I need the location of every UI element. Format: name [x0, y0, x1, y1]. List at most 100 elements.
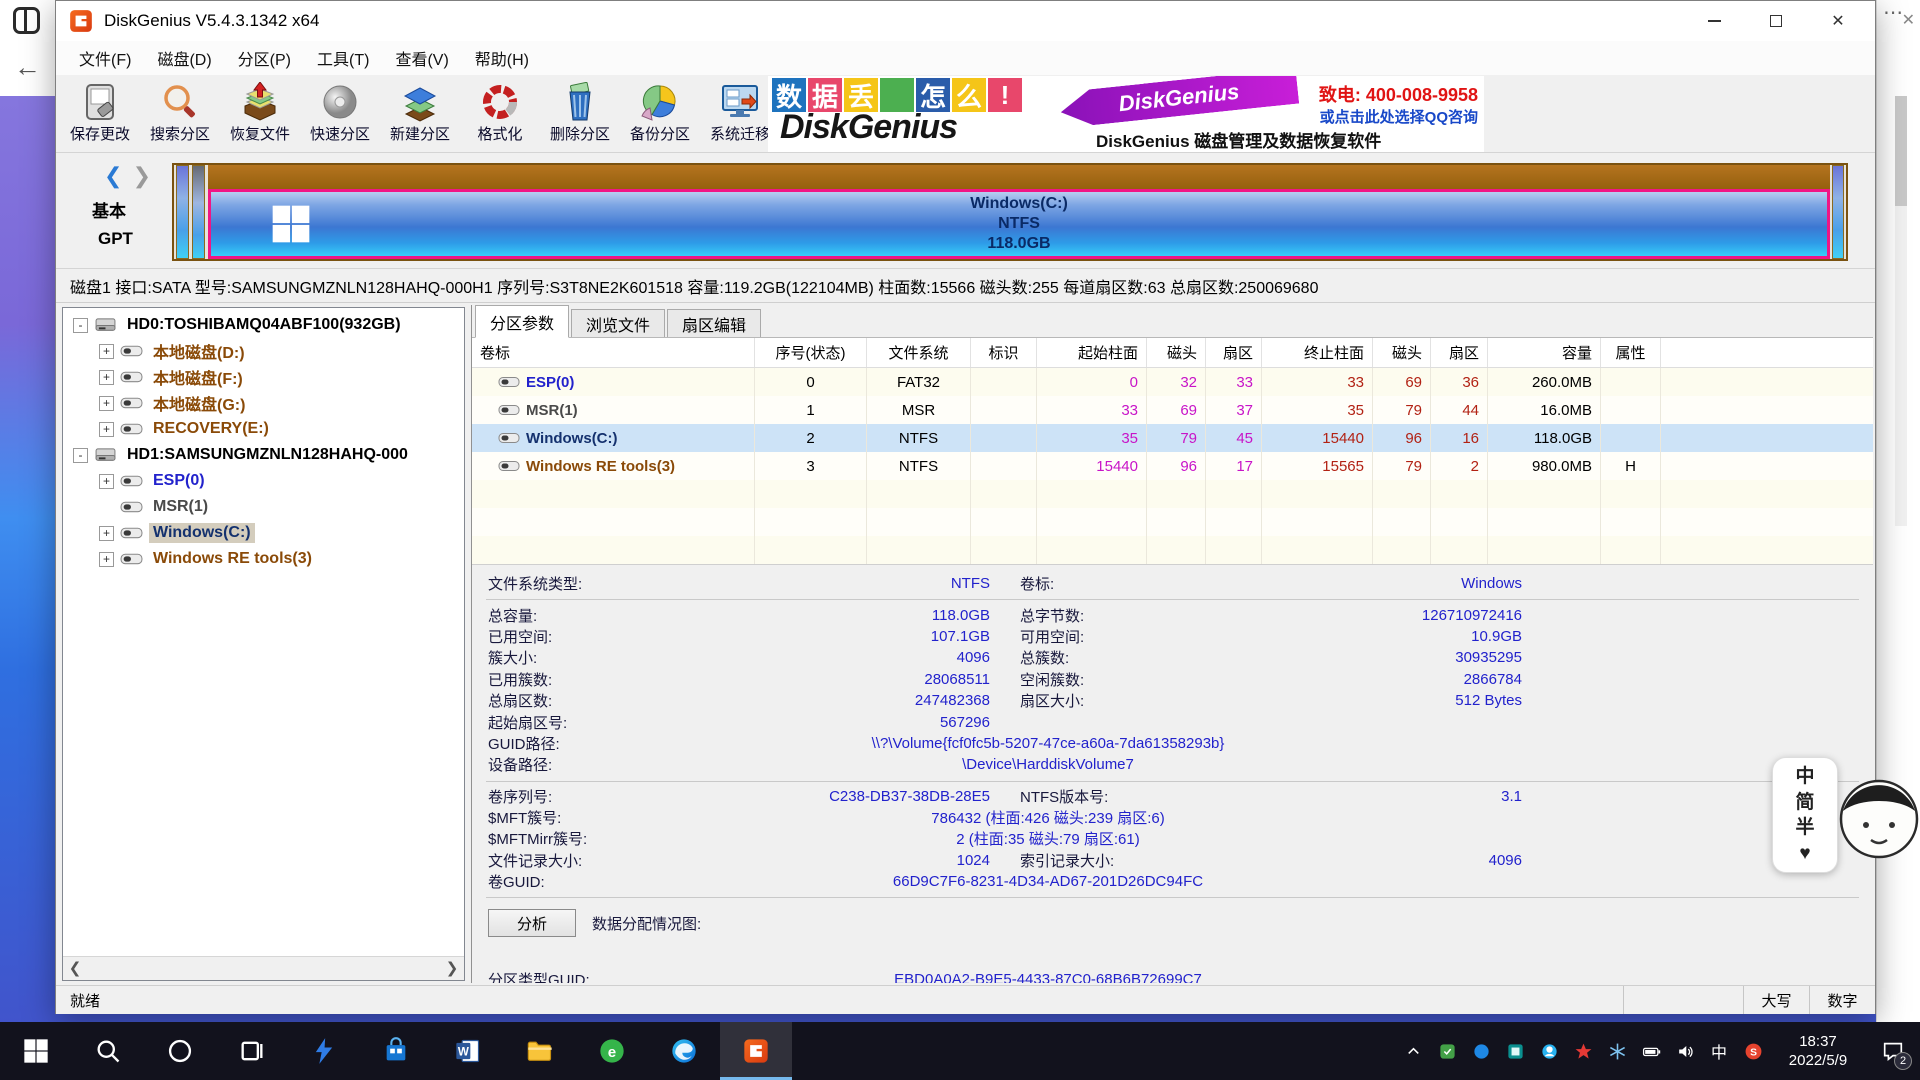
tree-item-7[interactable]: MSR(1): [65, 494, 462, 520]
maximize-button[interactable]: [1745, 1, 1807, 41]
menu-item-3[interactable]: 工具(T): [304, 41, 382, 75]
scroll-left-icon[interactable]: ❮: [65, 959, 85, 979]
tree-item-0[interactable]: -HD0:TOSHIBAMQ04ABF100(932GB): [65, 312, 462, 338]
back-arrow-icon[interactable]: ←: [14, 52, 41, 83]
collapse-icon[interactable]: -: [73, 448, 88, 463]
expand-icon[interactable]: +: [99, 344, 114, 359]
tree-item-8[interactable]: +Windows(C:): [65, 520, 462, 546]
table-row[interactable]: MSR(1)1MSR33693735794416.0MB: [472, 396, 1873, 424]
banner-qq-link[interactable]: 或点击此处选择QQ咨询: [1320, 106, 1478, 127]
column-header-11[interactable]: 属性: [1601, 338, 1661, 367]
column-header-7[interactable]: 终止柱面: [1262, 338, 1373, 367]
menu-item-0[interactable]: 文件(F): [66, 41, 144, 75]
next-disk-icon[interactable]: ❯: [133, 163, 151, 188]
taskbar-button-lightning[interactable]: [288, 1022, 360, 1080]
tray-sogou-icon[interactable]: S: [1736, 1022, 1770, 1080]
browser-tab-icon[interactable]: [13, 7, 40, 34]
tree-item-1[interactable]: +本地磁盘(D:): [65, 338, 462, 364]
column-header-5[interactable]: 磁头: [1147, 338, 1206, 367]
ime-mode-1[interactable]: 简: [1795, 793, 1814, 812]
tray-tray-red[interactable]: [1566, 1022, 1600, 1080]
column-header-8[interactable]: 磁头: [1373, 338, 1431, 367]
expand-icon[interactable]: +: [99, 370, 114, 385]
toolbar-button-search-partition[interactable]: 搜索分区: [140, 75, 220, 151]
tab-2[interactable]: 扇区编辑: [667, 309, 761, 337]
tree-item-5[interactable]: -HD1:SAMSUNGMZNLN128HAHQ-000: [65, 442, 462, 468]
partition-strip-re-tools[interactable]: [1832, 165, 1844, 259]
menu-item-4[interactable]: 查看(V): [382, 41, 461, 75]
tray-tray-teal[interactable]: [1498, 1022, 1532, 1080]
toolbar-button-format[interactable]: 格式化: [460, 75, 540, 151]
column-header-10[interactable]: 容量: [1488, 338, 1601, 367]
toolbar-button-new-partition[interactable]: 新建分区: [380, 75, 460, 151]
background-scrollbar[interactable]: [1895, 96, 1907, 526]
tray-chevron-up[interactable]: [1396, 1022, 1430, 1080]
background-close-icon[interactable]: ✕: [1902, 10, 1915, 30]
taskbar-button-search[interactable]: [72, 1022, 144, 1080]
ime-mode-2[interactable]: 半: [1795, 818, 1814, 837]
taskbar-button-store[interactable]: [360, 1022, 432, 1080]
column-header-1[interactable]: 序号(状态): [755, 338, 867, 367]
overflow-menu-icon[interactable]: ⋯: [1883, 0, 1903, 25]
tree-item-2[interactable]: +本地磁盘(F:): [65, 364, 462, 390]
tree-item-9[interactable]: +Windows RE tools(3): [65, 546, 462, 572]
ime-mode-0[interactable]: 中: [1795, 767, 1814, 786]
taskbar-button-start[interactable]: [0, 1022, 72, 1080]
minimize-button[interactable]: [1683, 1, 1745, 41]
banner-ad[interactable]: 数据丢怎么! DiskGenius DiskGenius 致电: 400-008…: [768, 76, 1484, 152]
taskbar-button-cortana[interactable]: [144, 1022, 216, 1080]
ime-assistant-widget[interactable]: 中简半 ♥: [1772, 757, 1920, 877]
scrollbar-thumb[interactable]: [1895, 96, 1907, 206]
tab-0[interactable]: 分区参数: [475, 305, 569, 338]
collapse-icon[interactable]: -: [73, 318, 88, 333]
expand-icon[interactable]: +: [99, 552, 114, 567]
column-header-6[interactable]: 扇区: [1206, 338, 1262, 367]
tray-tray-blue[interactable]: [1464, 1022, 1498, 1080]
partition-strip-msr[interactable]: [192, 165, 205, 259]
column-header-3[interactable]: 标识: [971, 338, 1037, 367]
tree-horizontal-scrollbar[interactable]: ❮ ❯: [63, 956, 464, 980]
prev-disk-icon[interactable]: ❮: [104, 163, 122, 188]
column-header-2[interactable]: 文件系统: [867, 338, 971, 367]
expand-icon[interactable]: +: [99, 474, 114, 489]
taskbar-button-diskgenius[interactable]: [720, 1022, 792, 1080]
tray-tray-qq[interactable]: [1532, 1022, 1566, 1080]
column-header-4[interactable]: 起始柱面: [1037, 338, 1147, 367]
toolbar-button-recover-files[interactable]: 恢复文件: [220, 75, 300, 151]
partition-windows-c[interactable]: Windows(C:) NTFS 118.0GB: [208, 165, 1830, 259]
tray-snowflake-icon[interactable]: [1600, 1022, 1634, 1080]
taskbar-clock[interactable]: 18:37 2022/5/9: [1770, 1032, 1866, 1070]
expand-icon[interactable]: +: [99, 396, 114, 411]
tray-volume-icon[interactable]: [1668, 1022, 1702, 1080]
tray-tray-green[interactable]: [1430, 1022, 1464, 1080]
toolbar-button-quick-partition[interactable]: 快速分区: [300, 75, 380, 151]
taskbar-button-edge[interactable]: [648, 1022, 720, 1080]
expand-icon[interactable]: +: [99, 526, 114, 541]
tab-1[interactable]: 浏览文件: [571, 309, 665, 337]
scroll-right-icon[interactable]: ❯: [442, 959, 462, 979]
menu-item-2[interactable]: 分区(P): [225, 41, 304, 75]
toolbar-button-delete-partition[interactable]: 删除分区: [540, 75, 620, 151]
taskbar-button-word[interactable]: W: [432, 1022, 504, 1080]
taskbar-button-explorer[interactable]: [504, 1022, 576, 1080]
ime-status-box[interactable]: 中简半 ♥: [1772, 757, 1838, 873]
table-row[interactable]: Windows(C:)2NTFS357945154409616118.0GB: [472, 424, 1873, 452]
ime-mode-3[interactable]: ♥: [1799, 844, 1810, 863]
partition-strip-esp[interactable]: [176, 165, 189, 259]
tray-ime-zh[interactable]: 中: [1702, 1022, 1736, 1080]
table-row[interactable]: Windows RE tools(3)3NTFS1544096171556579…: [472, 452, 1873, 480]
taskbar-button-task-view[interactable]: [216, 1022, 288, 1080]
menu-item-1[interactable]: 磁盘(D): [144, 41, 224, 75]
column-header-0[interactable]: 卷标: [472, 338, 755, 367]
menu-item-5[interactable]: 帮助(H): [462, 41, 542, 75]
toolbar-button-save-changes[interactable]: 保存更改: [60, 75, 140, 151]
tree-item-3[interactable]: +本地磁盘(G:): [65, 390, 462, 416]
close-button[interactable]: ✕: [1807, 1, 1869, 41]
toolbar-button-backup-partition[interactable]: 备份分区: [620, 75, 700, 151]
action-center-button[interactable]: 2: [1866, 1022, 1920, 1080]
taskbar-button-green-browser[interactable]: e: [576, 1022, 648, 1080]
tree-item-4[interactable]: +RECOVERY(E:): [65, 416, 462, 442]
tray-battery-icon[interactable]: [1634, 1022, 1668, 1080]
column-header-9[interactable]: 扇区: [1431, 338, 1488, 367]
expand-icon[interactable]: +: [99, 422, 114, 437]
